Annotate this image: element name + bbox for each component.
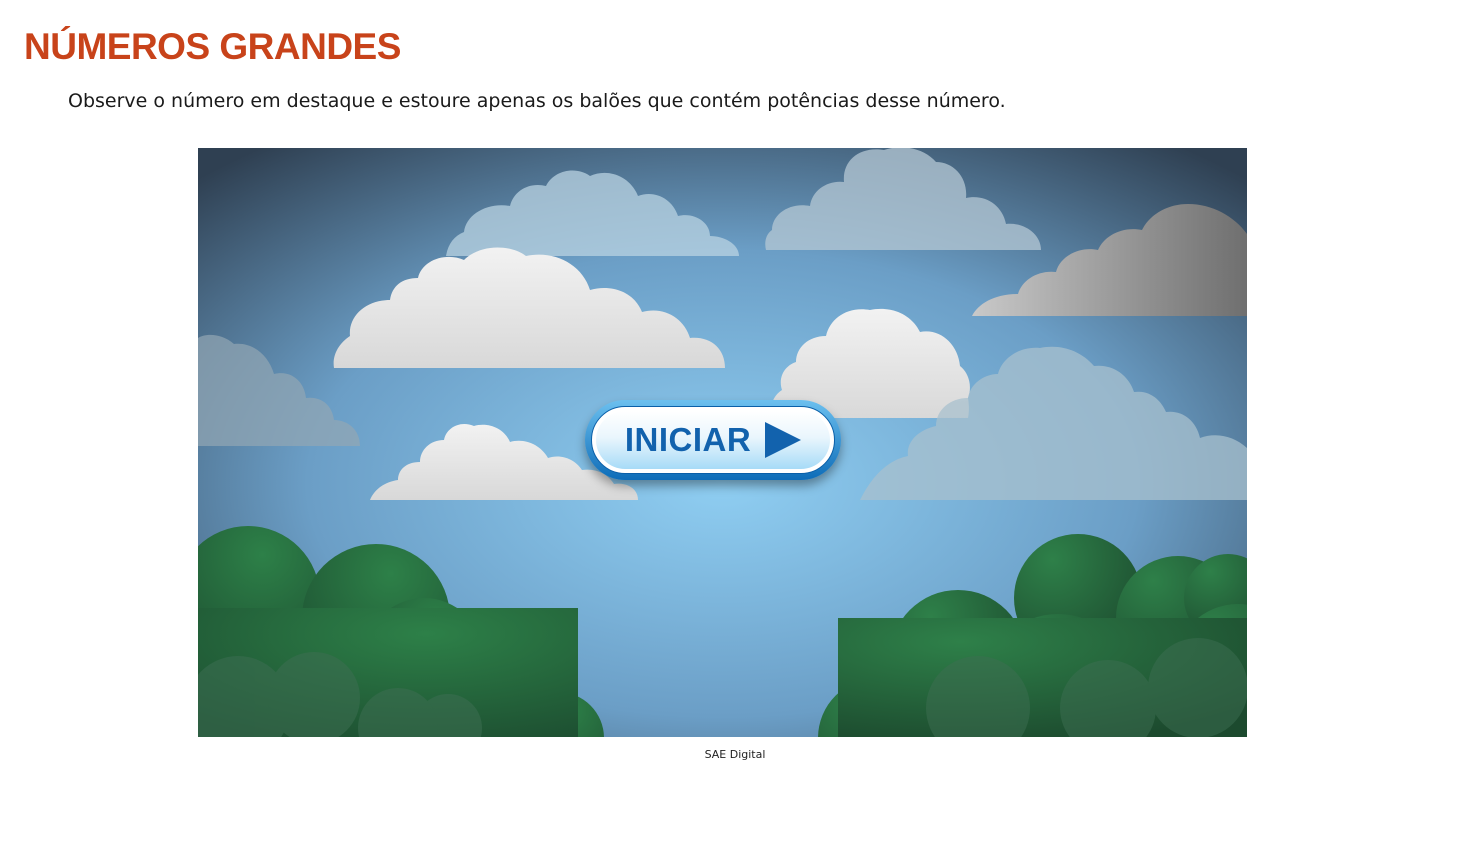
instructions-text: Observe o número em destaque e estoure a… — [68, 90, 1006, 112]
start-button-ring: INICIAR — [591, 406, 835, 474]
image-credit: SAE Digital — [704, 748, 766, 761]
page-title: NÚMEROS GRANDES — [24, 26, 401, 67]
start-button[interactable]: INICIAR — [585, 400, 841, 480]
play-icon — [765, 422, 802, 458]
game-frame[interactable]: INICIAR — [198, 148, 1247, 737]
start-button-face: INICIAR — [596, 411, 830, 469]
start-button-label: INICIAR — [624, 421, 752, 458]
